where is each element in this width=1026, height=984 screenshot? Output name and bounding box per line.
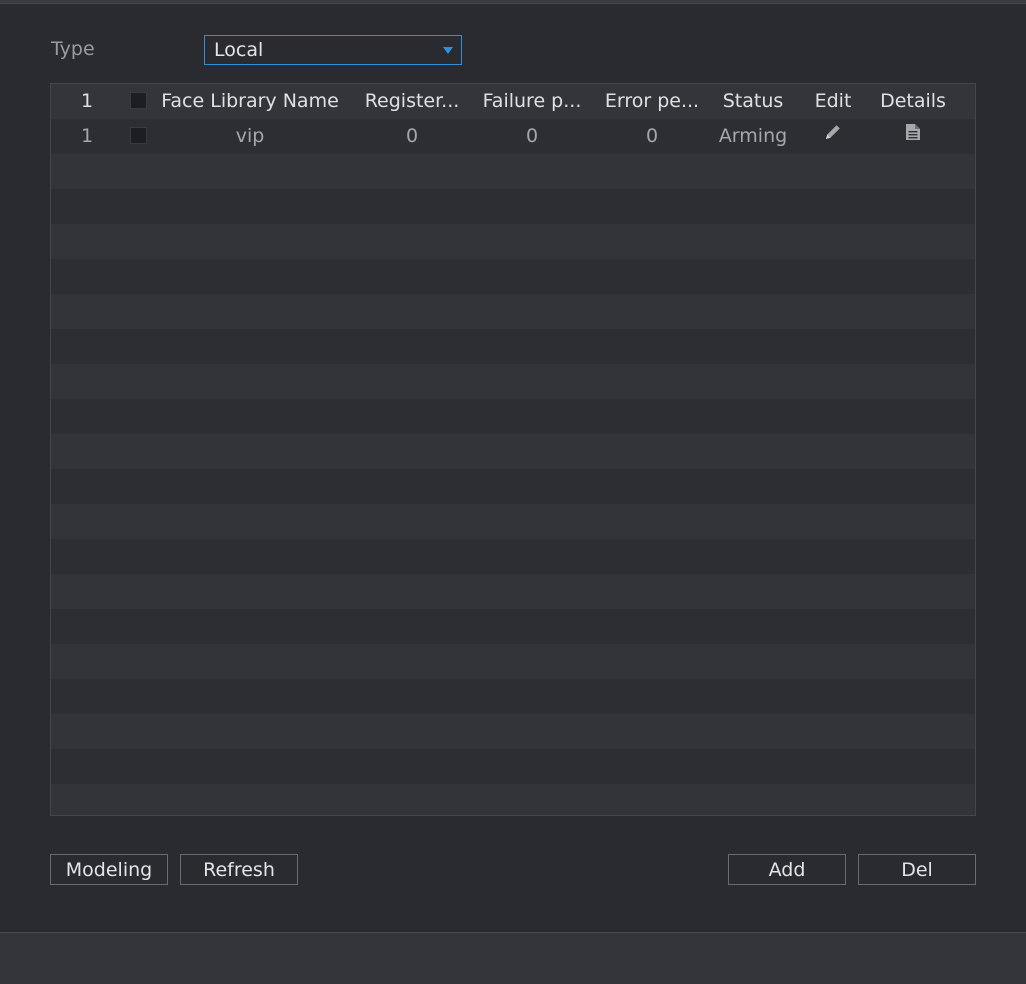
- empty-row: [51, 294, 975, 329]
- empty-row: [51, 714, 975, 749]
- empty-row: [51, 469, 975, 504]
- header-face-library-name[interactable]: Face Library Name: [155, 84, 345, 119]
- row-edit-cell: [803, 119, 863, 154]
- row-index: 1: [80, 125, 94, 147]
- type-label: Type: [51, 38, 95, 60]
- empty-row: [51, 784, 975, 815]
- empty-row: [51, 364, 975, 399]
- row-registered: 0: [405, 125, 419, 147]
- header-registered[interactable]: Register...: [357, 84, 467, 119]
- type-dropdown-value: Local: [214, 39, 264, 61]
- header-select-all-cell: [123, 84, 153, 119]
- empty-row: [51, 539, 975, 574]
- del-button[interactable]: Del: [858, 854, 976, 885]
- empty-row: [51, 749, 975, 784]
- edit-pencil-icon[interactable]: [823, 119, 843, 154]
- row-details-cell: [873, 119, 953, 154]
- header-edit: Edit: [814, 90, 852, 112]
- header-details: Details: [880, 90, 946, 112]
- row-checkbox-cell: [123, 119, 153, 154]
- header-failure[interactable]: Failure p...: [477, 84, 587, 119]
- header-index: 1: [80, 90, 94, 112]
- dropdown-arrow-icon: [443, 47, 453, 54]
- header-status[interactable]: Status: [713, 84, 793, 119]
- empty-row: [51, 329, 975, 364]
- empty-row: [51, 574, 975, 609]
- empty-row: [51, 224, 975, 259]
- empty-row: [51, 154, 975, 189]
- empty-row: [51, 504, 975, 539]
- details-document-icon[interactable]: [904, 119, 922, 154]
- empty-row: [51, 434, 975, 469]
- empty-row: [51, 644, 975, 679]
- row-error: 0: [645, 125, 659, 147]
- empty-row: [51, 259, 975, 294]
- modeling-button[interactable]: Modeling: [50, 854, 168, 885]
- table-row[interactable]: 1 vip 0 0 0 Arming: [51, 119, 975, 154]
- top-divider: [0, 0, 1026, 4]
- empty-row: [51, 399, 975, 434]
- select-all-checkbox[interactable]: [129, 91, 147, 109]
- row-failure: 0: [525, 125, 539, 147]
- empty-row: [51, 609, 975, 644]
- row-checkbox[interactable]: [129, 126, 147, 144]
- footer-bar: [0, 932, 1026, 984]
- row-face-library-name: vip: [235, 125, 265, 147]
- row-status: Arming: [718, 125, 788, 147]
- empty-row: [51, 189, 975, 224]
- table-header: 1 Face Library Name Register... Failure …: [51, 84, 975, 120]
- type-dropdown[interactable]: Local: [204, 35, 462, 65]
- header-error[interactable]: Error pe...: [597, 84, 707, 119]
- face-library-table: 1 Face Library Name Register... Failure …: [50, 83, 976, 816]
- empty-row: [51, 679, 975, 714]
- refresh-button[interactable]: Refresh: [180, 854, 298, 885]
- add-button[interactable]: Add: [728, 854, 846, 885]
